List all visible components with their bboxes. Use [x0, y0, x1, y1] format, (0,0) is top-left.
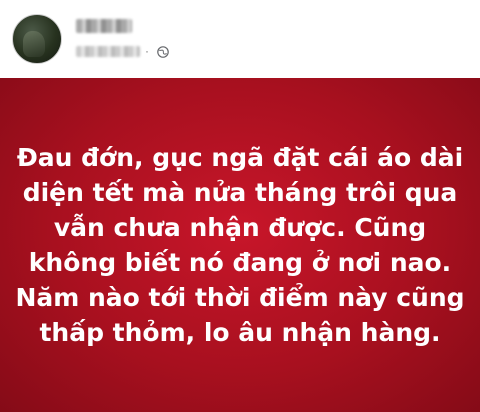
post-body: Đau đớn, gục ngã đặt cái áo dài diện tết… [0, 78, 480, 412]
post-header: · [0, 0, 480, 78]
timestamp-blurred[interactable] [76, 46, 140, 57]
avatar[interactable] [12, 14, 62, 64]
globe-icon [157, 46, 169, 58]
separator-dot: · [145, 44, 149, 58]
post-text: Đau đớn, gục ngã đặt cái áo dài diện tết… [15, 143, 465, 347]
author-name-blurred[interactable] [76, 19, 132, 33]
